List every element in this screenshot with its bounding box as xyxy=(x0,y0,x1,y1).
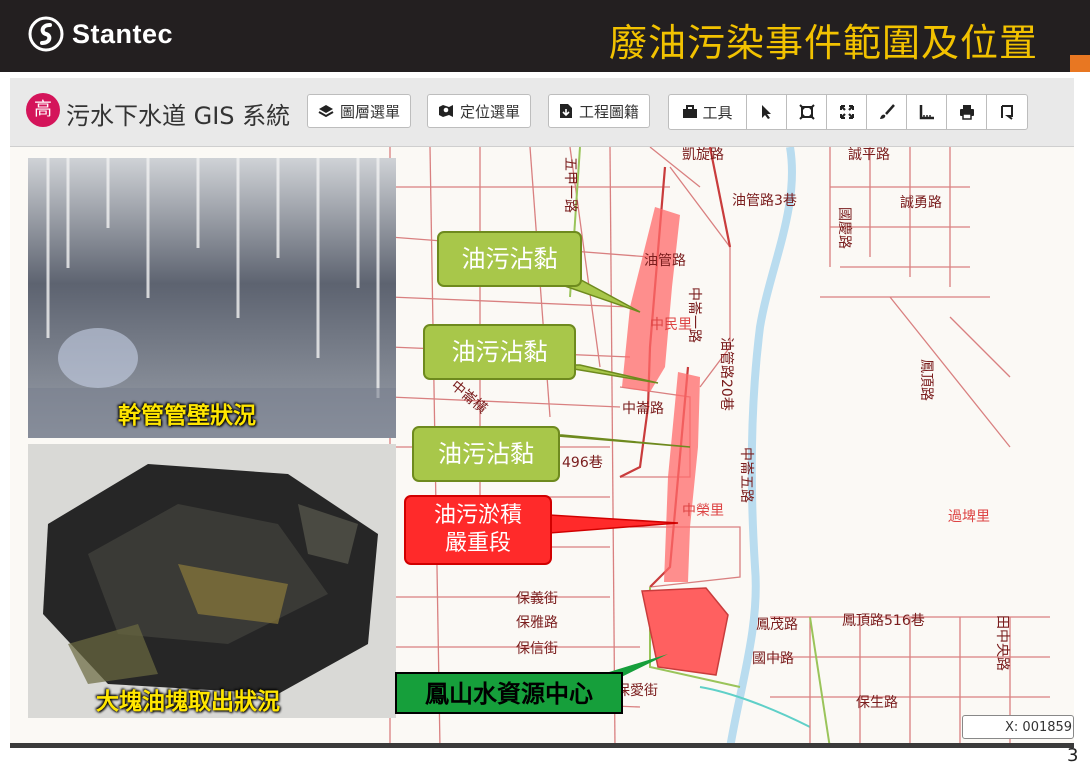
expand-icon xyxy=(839,105,854,119)
pipe-wall-caption: 幹管管壁狀況 xyxy=(118,403,256,429)
app-toolbar: 高 污水下水道 GIS 系統 圖層選單 定位選單 工程圖籍 工具 xyxy=(10,78,1074,147)
map-label: 保雅路 xyxy=(516,615,558,631)
eng-drawing-label: 工程圖籍 xyxy=(579,102,640,121)
callout-severe-sediment: 油污淤積 嚴重段 xyxy=(404,495,552,565)
download-file-icon xyxy=(560,104,572,118)
app-logo-icon: 高 xyxy=(26,93,60,127)
eraser-icon xyxy=(1001,105,1013,120)
locate-menu-button[interactable]: 定位選單 xyxy=(427,94,532,128)
map-label: 油管路3巷 xyxy=(732,193,797,209)
app-title: 污水下水道 GIS 系統 xyxy=(66,102,291,130)
callout-oil-adhesion-1: 油污沾黏 xyxy=(437,231,582,287)
layers-icon xyxy=(318,105,334,118)
toolbox-icon xyxy=(683,105,698,118)
map-label: 國中路 xyxy=(752,651,794,667)
map-label: 凱旋路 xyxy=(682,147,724,163)
map-label: 油管路20巷 xyxy=(718,337,734,411)
oil-block-photo: 大塊油塊取出狀況 xyxy=(28,444,396,718)
map-marker-icon xyxy=(439,105,453,117)
zoom-box-icon xyxy=(798,104,815,120)
callout-oil-adhesion-2: 油污沾黏 xyxy=(423,324,576,380)
map-label: 誠平路 xyxy=(848,147,890,163)
layer-menu-button[interactable]: 圖層選單 xyxy=(307,94,412,128)
map-label: 保義街 xyxy=(516,590,558,607)
stantec-logo-icon xyxy=(28,16,64,52)
brand-name: Stantec xyxy=(72,18,174,49)
ruler-icon xyxy=(919,105,934,120)
water-resource-center-label: 鳳山水資源中心 xyxy=(395,672,623,714)
tool-button-group: 工具 xyxy=(668,94,1028,130)
clear-button[interactable] xyxy=(987,95,1027,129)
tools-label: 工具 xyxy=(702,103,733,122)
oil-block-image xyxy=(28,444,396,718)
map-label: 五甲一路 xyxy=(562,157,578,213)
locate-menu-label: 定位選單 xyxy=(460,102,521,121)
map-label: 保信街 xyxy=(516,641,558,657)
draw-tool-button[interactable] xyxy=(867,95,907,129)
layer-menu-label: 圖層選單 xyxy=(340,102,401,121)
map-label: 油管路 xyxy=(644,253,686,269)
print-button[interactable] xyxy=(947,95,987,129)
measure-tool-button[interactable] xyxy=(907,95,947,129)
tools-button[interactable]: 工具 xyxy=(669,95,747,129)
oil-block-caption: 大塊油塊取出狀況 xyxy=(96,689,280,715)
eng-drawing-button[interactable]: 工程圖籍 xyxy=(548,94,651,128)
full-extent-button[interactable] xyxy=(827,95,867,129)
map-label: 誠勇路 xyxy=(900,195,942,211)
map-label: 鳳頂路 xyxy=(918,359,934,401)
map-label: 田中央路 xyxy=(994,615,1010,671)
pointer-tool-button[interactable] xyxy=(747,95,787,129)
accent-bar xyxy=(1070,55,1090,72)
map-label: 中崙一路 xyxy=(686,287,702,343)
map-label: 中民里 xyxy=(650,317,692,333)
map-label: 鳳茂路 xyxy=(756,616,798,633)
map-label: 中榮里 xyxy=(682,503,724,519)
map-label: 過埤里 xyxy=(948,509,990,525)
pipe-wall-photo: 幹管管壁狀況 xyxy=(28,158,396,438)
printer-icon xyxy=(959,105,974,120)
map-label: 496巷 xyxy=(562,455,603,471)
coordinate-readout: X: 0018596 xyxy=(962,715,1074,739)
slide-header: Stantec 廢油污染事件範圍及位置 xyxy=(0,0,1090,72)
callout-severe-line1: 油污淤積 xyxy=(433,503,522,528)
map-label: 鳳頂路516巷 xyxy=(842,613,925,629)
map-label: 中崙路 xyxy=(622,401,664,417)
zoom-box-button[interactable] xyxy=(787,95,827,129)
brand: Stantec xyxy=(28,16,173,52)
map-label: 國慶路 xyxy=(836,207,852,249)
map-label: 保生路 xyxy=(856,695,898,711)
map-label: 中崙五路 xyxy=(738,447,754,503)
cursor-icon xyxy=(761,105,771,119)
brush-icon xyxy=(879,104,895,119)
callout-severe-line2: 嚴重段 xyxy=(444,531,511,556)
slide-title: 廢油污染事件範圍及位置 xyxy=(608,21,1038,65)
page-number: 3 xyxy=(1067,745,1079,766)
callout-oil-adhesion-3: 油污沾黏 xyxy=(412,426,560,482)
